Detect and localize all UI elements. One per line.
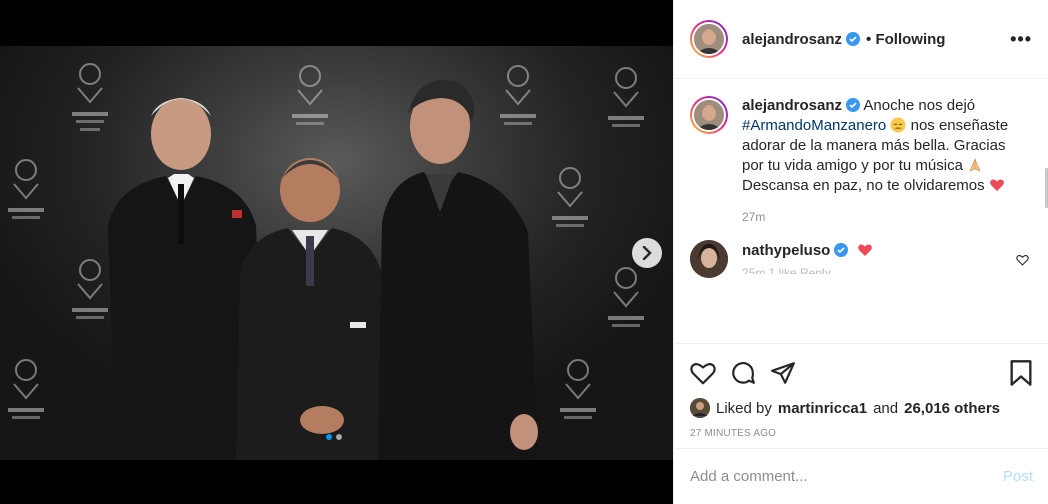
post-side-panel: alejandrosanz • Following ••• alejandros… (673, 0, 1048, 504)
liker-avatar[interactable] (690, 398, 710, 418)
carousel-next-button[interactable] (632, 238, 662, 268)
praying-hands-emoji-icon (969, 158, 981, 172)
follow-status[interactable]: • Following (866, 31, 945, 48)
comment-item: nathypeluso 25m 1 like Reply (690, 240, 1033, 278)
more-options-icon[interactable]: ••• (1010, 29, 1032, 50)
caption-text: alejandrosanz Anoche nos dejó #ArmandoMa… (742, 96, 1012, 196)
post-header: alejandrosanz • Following ••• (674, 0, 1048, 79)
post-comment-button[interactable]: Post (1003, 468, 1033, 485)
post-time-ago[interactable]: 27 MINUTES AGO (690, 428, 1033, 439)
backdrop-logo (8, 159, 44, 219)
chevron-right-icon (642, 246, 652, 260)
caption-text-end: Descansa en paz, no te olvidaremos (742, 177, 985, 194)
carousel-indicator (326, 434, 342, 440)
caption-timestamp[interactable]: 27m (742, 210, 1012, 224)
like-heart-icon[interactable] (690, 361, 716, 385)
like-comment-heart-icon[interactable] (1016, 254, 1029, 266)
liked-by-and: and (873, 399, 899, 417)
backdrop-logo (560, 359, 596, 419)
verified-badge-icon (846, 32, 861, 46)
red-heart-emoji-icon (989, 179, 1004, 191)
follow-status-label: Following (875, 30, 946, 48)
instagram-post-modal: alejandrosanz • Following ••• alejandros… (0, 0, 1048, 504)
hashtag-link[interactable]: #ArmandoManzanero (742, 117, 886, 134)
comment-meta: 25m 1 like Reply (742, 266, 831, 274)
liked-by-prefix: Liked by (716, 399, 772, 417)
photo-area (0, 0, 673, 504)
backdrop-logo (8, 359, 44, 419)
person-right (378, 80, 538, 460)
commenter-username[interactable]: nathypeluso (742, 242, 830, 259)
post-actions: Liked by martinricca1 and 26,016 others … (674, 343, 1048, 439)
commenter-avatar[interactable] (690, 240, 728, 278)
sad-face-emoji-icon (890, 117, 906, 133)
backdrop-logo (608, 67, 644, 127)
comment-bubble-icon[interactable] (730, 360, 756, 386)
add-comment-bar: Post (674, 448, 1048, 504)
comments-list: alejandrosanz Anoche nos dejó #ArmandoMa… (674, 80, 1048, 342)
backdrop-logo (608, 267, 644, 327)
action-buttons-row (690, 358, 1033, 388)
caption-author-avatar[interactable] (690, 96, 728, 134)
add-comment-input[interactable] (690, 468, 1003, 485)
likes-summary: Liked by martinricca1 and 26,016 others (690, 398, 1033, 418)
backdrop-logo (292, 65, 328, 125)
verified-badge-icon (834, 243, 849, 257)
caption-comment: alejandrosanz Anoche nos dejó #ArmandoMa… (690, 96, 1033, 224)
post-photo[interactable] (0, 46, 673, 460)
share-paper-plane-icon[interactable] (770, 361, 796, 385)
liked-by-count[interactable]: 26,016 others (904, 400, 1000, 417)
caption-text-start: Anoche nos dejó (863, 97, 976, 114)
caption-username[interactable]: alejandrosanz (742, 97, 842, 114)
carousel-dot (336, 434, 342, 440)
verified-badge-icon (846, 98, 861, 112)
liked-by-user[interactable]: martinricca1 (778, 400, 867, 417)
carousel-dot-active (326, 434, 332, 440)
author-avatar[interactable] (690, 20, 728, 58)
save-bookmark-icon[interactable] (1009, 359, 1033, 387)
red-heart-emoji-icon (857, 244, 872, 256)
author-username[interactable]: alejandrosanz (742, 31, 842, 48)
